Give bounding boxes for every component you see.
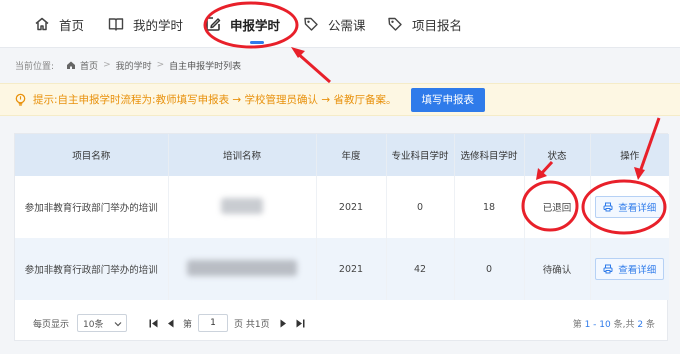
column-header: 状态 bbox=[524, 134, 591, 176]
cell-status: 待确认 bbox=[524, 238, 591, 300]
top-nav: 首页 我的学时 申报学时 公需课 项目报名 bbox=[0, 0, 680, 48]
cell-project-name: 参加非教育行政部门举办的培训 bbox=[15, 176, 169, 238]
column-header: 操作 bbox=[590, 134, 669, 176]
breadcrumb-item-home[interactable]: 首页 bbox=[80, 59, 98, 72]
nav-item-label: 公需课 bbox=[328, 17, 366, 33]
home-icon bbox=[35, 17, 49, 31]
table-row: 参加非教育行政部门举办的培训 2021 42 0 待确认 查看详细 bbox=[15, 238, 669, 300]
page-size-value: 10条 bbox=[83, 319, 104, 330]
declaration-table-card: 项目名称 培训名称 年度 专业科目学时 选修科目学时 状态 操作 参加非教育行政… bbox=[14, 133, 669, 341]
book-icon bbox=[108, 18, 124, 31]
cell-project-name: 参加非教育行政部门举办的培训 bbox=[15, 238, 169, 300]
home-icon bbox=[67, 61, 76, 69]
cell-action: 查看详细 bbox=[590, 238, 669, 300]
breadcrumb-prefix: 当前位置: bbox=[15, 61, 55, 72]
last-page-icon[interactable] bbox=[296, 319, 305, 328]
nav-item-label: 首页 bbox=[59, 17, 85, 33]
view-detail-label: 查看详细 bbox=[618, 265, 657, 276]
chevron-down-icon bbox=[114, 322, 122, 327]
redaction-blur bbox=[187, 259, 297, 276]
nav-item-my-hours[interactable]: 我的学时 bbox=[108, 0, 183, 48]
view-detail-button[interactable]: 查看详细 bbox=[595, 258, 665, 280]
view-detail-button[interactable]: 查看详细 bbox=[595, 196, 665, 218]
cell-training-name-redacted bbox=[168, 176, 317, 238]
page-controls: 第 页 共1页 bbox=[149, 314, 313, 332]
nav-item-public-course[interactable]: 公需课 bbox=[303, 0, 366, 48]
nav-item-label: 我的学时 bbox=[133, 17, 184, 33]
cell-year: 2021 bbox=[316, 238, 387, 300]
tip-text: 提示:自主申报学时流程为:教师填写申报表 → 学校管理员确认 → 省教厅备案。 bbox=[33, 94, 397, 106]
breadcrumb-separator: > bbox=[103, 60, 111, 70]
first-page-icon[interactable] bbox=[149, 319, 158, 328]
table-header-row: 项目名称 培训名称 年度 专业科目学时 选修科目学时 状态 操作 bbox=[15, 134, 669, 176]
printer-icon bbox=[603, 264, 613, 274]
column-header: 年度 bbox=[316, 134, 387, 176]
declaration-table: 项目名称 培训名称 年度 专业科目学时 选修科目学时 状态 操作 参加非教育行政… bbox=[15, 134, 669, 300]
page-size-select[interactable]: 10条 bbox=[77, 314, 128, 332]
page-suffix: 页 共1页 bbox=[234, 319, 270, 330]
page-number-input[interactable] bbox=[198, 314, 229, 332]
record-summary: 第 1 - 10 条,共 2 条 bbox=[573, 317, 655, 330]
next-page-icon[interactable] bbox=[279, 319, 288, 328]
breadcrumb-separator: > bbox=[156, 60, 165, 70]
pagination: 每页显示 10条 第 页 共1页 第 1 - 10 条,共 2 条 bbox=[15, 308, 669, 338]
page-size-label: 每页显示 bbox=[33, 319, 70, 330]
page-prefix: 第 bbox=[183, 319, 193, 330]
breadcrumb-item-my-hours[interactable]: 我的学时 bbox=[116, 59, 152, 72]
summary-range: 1 - 10 bbox=[584, 320, 611, 330]
summary-prefix: 第 bbox=[572, 320, 582, 330]
edit-icon bbox=[206, 17, 221, 31]
cell-action: 查看详细 bbox=[590, 176, 669, 238]
summary-suffix: 条 bbox=[645, 320, 655, 330]
tip-bar: 提示:自主申报学时流程为:教师填写申报表 → 学校管理员确认 → 省教厅备案。 … bbox=[0, 83, 680, 116]
tag-icon bbox=[388, 17, 402, 31]
breadcrumb: 当前位置: 首页 > 我的学时 > 自主申报学时列表 bbox=[0, 56, 680, 74]
view-detail-label: 查看详细 bbox=[618, 203, 657, 214]
redaction-blur bbox=[221, 197, 263, 214]
nav-item-home[interactable]: 首页 bbox=[34, 0, 84, 48]
column-header: 专业科目学时 bbox=[386, 134, 455, 176]
active-tab-indicator bbox=[250, 41, 264, 44]
cell-year: 2021 bbox=[316, 176, 387, 238]
summary-total: 2 bbox=[637, 320, 644, 330]
column-header: 培训名称 bbox=[168, 134, 317, 176]
printer-icon bbox=[603, 202, 613, 212]
nav-item-label: 项目报名 bbox=[412, 17, 463, 33]
cell-major-hours: 0 bbox=[386, 176, 455, 238]
fill-declaration-button[interactable]: 填写申报表 bbox=[410, 87, 486, 112]
nav-item-declare-hours[interactable]: 申报学时 bbox=[205, 0, 280, 48]
column-header: 项目名称 bbox=[15, 134, 169, 176]
table-row: 参加非教育行政部门举办的培训 2021 0 18 已退回 查看详细 bbox=[15, 176, 669, 238]
prev-page-icon[interactable] bbox=[166, 319, 175, 328]
column-header: 选修科目学时 bbox=[454, 134, 525, 176]
page: 首页 我的学时 申报学时 公需课 项目报名 当前位置: 首页 > 我的学时 > … bbox=[0, 0, 680, 354]
summary-middle: 条,共 bbox=[613, 320, 635, 330]
cell-major-hours: 42 bbox=[386, 238, 455, 300]
nav-item-project-signup[interactable]: 项目报名 bbox=[387, 0, 462, 48]
cell-training-name-redacted bbox=[168, 238, 317, 300]
breadcrumb-item-current: 自主申报学时列表 bbox=[169, 61, 242, 72]
cell-status: 已退回 bbox=[524, 176, 591, 238]
lightbulb-icon bbox=[15, 93, 26, 106]
cell-elective-hours: 0 bbox=[454, 238, 525, 300]
cell-elective-hours: 18 bbox=[454, 176, 525, 238]
tag-icon bbox=[304, 17, 318, 31]
nav-item-label: 申报学时 bbox=[230, 17, 281, 33]
